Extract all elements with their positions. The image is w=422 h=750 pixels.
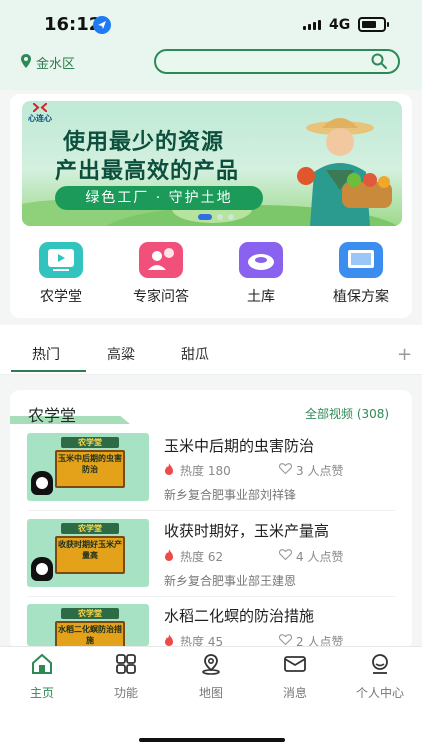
feature-label: 土库: [247, 289, 275, 305]
tabbar-messages[interactable]: 消息: [253, 653, 337, 701]
brand-logo-text: 心连心: [28, 114, 52, 123]
item-divider: [27, 510, 395, 511]
category-tabs: [0, 325, 422, 375]
video-icon: [39, 242, 83, 278]
feature-expert-qa[interactable]: 专家问答: [116, 242, 206, 306]
feature-soil-library[interactable]: 土库: [216, 242, 306, 306]
banner-pagination[interactable]: [198, 214, 234, 220]
mascot-icon: [31, 557, 53, 581]
all-videos-link[interactable]: 全部视频 (308): [305, 405, 389, 422]
video-title[interactable]: 玉米中后期的虫害防治: [164, 435, 314, 456]
heart-icon[interactable]: [279, 463, 292, 474]
feature-label: 农学堂: [40, 289, 82, 305]
tabbar-label: 消息: [282, 686, 307, 700]
feature-label: 植保方案: [333, 289, 389, 305]
thumb-badge: 农学堂: [61, 608, 119, 619]
heat-count: 热度 62: [180, 550, 224, 564]
tabbar-label: 个人中心: [355, 686, 404, 700]
like-count: 3 人点赞: [296, 464, 344, 478]
flame-icon: [165, 463, 173, 475]
cellular-signal-icon: [303, 20, 321, 30]
tabs-divider: [0, 374, 422, 375]
battery-tip: [387, 22, 389, 27]
profile-icon: [372, 654, 388, 674]
home-icon: [32, 653, 52, 674]
location-selector[interactable]: 金水区: [36, 53, 75, 72]
battery-icon: [358, 17, 386, 32]
add-tab-button[interactable]: +: [397, 344, 412, 365]
search-input[interactable]: [154, 49, 400, 74]
mascot-icon: [31, 471, 53, 495]
tab-melon[interactable]: 甜瓜: [181, 344, 209, 364]
like-count: 4 人点赞: [296, 550, 344, 564]
section-title: 农学堂: [28, 406, 77, 425]
banner-title-line2: 产出最高效的产品: [55, 159, 240, 184]
farmer-illustration: [297, 118, 392, 226]
tab-active-indicator: [11, 370, 86, 372]
tabbar-label: 地图: [198, 686, 223, 700]
feature-agri-school[interactable]: 农学堂: [16, 242, 106, 306]
video-title[interactable]: 收获时期好，玉米产量高: [164, 520, 329, 541]
expert-icon: [139, 242, 183, 278]
author-org: 新乡复合肥事业部刘祥锋: [164, 488, 297, 502]
plant-protection-icon: [339, 242, 383, 278]
thumb-caption: 水稻二化螟防治措施: [58, 625, 122, 645]
map-icon: [202, 654, 220, 675]
banner-title-line1: 使用最少的资源: [63, 130, 225, 155]
flame-icon: [165, 549, 173, 561]
tab-hot[interactable]: 热门: [32, 344, 60, 364]
tabbar-home[interactable]: 主页: [0, 653, 84, 701]
tabbar-label: 主页: [29, 686, 54, 700]
feature-plant-protection[interactable]: 植保方案: [316, 242, 406, 306]
tabbar-profile[interactable]: 个人中心: [338, 653, 422, 701]
flame-icon: [165, 634, 173, 646]
thumb-badge: 农学堂: [61, 523, 119, 534]
video-thumbnail[interactable]: 农学堂 玉米中后期的虫害防治: [27, 433, 149, 501]
brand-logo-icon: [33, 103, 47, 112]
feature-label: 专家问答: [133, 289, 189, 305]
tabbar-map[interactable]: 地图: [169, 653, 253, 701]
heat-count: 热度 180: [180, 464, 231, 478]
video-title[interactable]: 水稻二化螟的防治措施: [164, 605, 314, 626]
banner-slogan: 绿色工厂 · 守护土地: [55, 186, 263, 210]
location-arrow-icon: [93, 16, 111, 34]
tab-sorghum[interactable]: 高粱: [107, 344, 135, 364]
video-thumbnail[interactable]: 农学堂 收获时期好玉米产量高: [27, 519, 149, 587]
soil-icon: [239, 242, 283, 278]
tabbar-label: 功能: [113, 686, 138, 700]
network-type: 4G: [329, 17, 351, 33]
thumb-badge: 农学堂: [61, 437, 119, 448]
item-divider: [27, 596, 395, 597]
home-indicator: [139, 738, 285, 742]
location-pin-icon: [21, 54, 31, 68]
search-icon[interactable]: [371, 53, 387, 69]
heart-icon[interactable]: [279, 634, 292, 645]
thumb-caption: 收获时期好玉米产量高: [58, 540, 122, 560]
grid-icon: [116, 654, 136, 674]
author-org: 新乡复合肥事业部王建恩: [164, 574, 297, 588]
video-thumbnail[interactable]: 农学堂 水稻二化螟防治措施: [27, 604, 149, 646]
mail-icon: [284, 656, 306, 672]
heart-icon[interactable]: [279, 549, 292, 560]
tabbar-functions[interactable]: 功能: [84, 653, 168, 701]
thumb-caption: 玉米中后期的虫害防治: [58, 454, 122, 474]
